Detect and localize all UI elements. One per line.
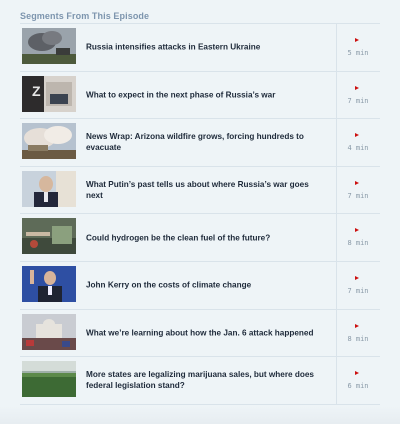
putin-portrait-image[interactable] — [22, 170, 76, 207]
segment-duration: 7 min — [347, 96, 369, 105]
segment-title[interactable]: What to expect in the next phase of Russ… — [86, 89, 326, 100]
z-symbol-image[interactable]: Z — [22, 75, 76, 112]
play-icon[interactable] — [355, 85, 359, 90]
segment-duration: 7 min — [347, 191, 369, 200]
kerry-portrait-image[interactable] — [22, 265, 76, 302]
segment-item[interactable]: John Kerry on the costs of climate chang… — [20, 261, 380, 310]
segment-list: Russia intensifies attacks in Eastern Uk… — [20, 24, 380, 405]
play-icon[interactable] — [355, 275, 359, 280]
smoke-battlefield-image[interactable] — [22, 28, 76, 64]
segment-title[interactable]: What we’re learning about how the Jan. 6… — [86, 327, 326, 338]
section-heading: Segments From This Episode — [20, 11, 150, 21]
segment-duration: 8 min — [347, 239, 369, 248]
column-divider — [336, 309, 337, 357]
segment-title[interactable]: More states are legalizing marijuana sal… — [86, 369, 326, 391]
segment-item[interactable]: What Putin’s past tells us about where R… — [20, 166, 380, 215]
bottom-fade — [0, 406, 400, 424]
segment-item[interactable]: Could hydrogen be the clean fuel of the … — [20, 214, 380, 262]
svg-text:Z: Z — [32, 83, 41, 99]
play-icon[interactable] — [355, 133, 359, 138]
play-icon[interactable] — [355, 38, 359, 42]
segment-title[interactable]: John Kerry on the costs of climate chang… — [86, 280, 326, 291]
column-divider — [336, 214, 337, 261]
segment-duration: 8 min — [347, 334, 369, 343]
column-divider — [336, 119, 337, 166]
column-divider — [336, 357, 337, 404]
segment-duration: 4 min — [347, 144, 369, 153]
column-divider — [336, 166, 337, 214]
segment-duration: 7 min — [347, 286, 369, 295]
segment-title[interactable]: Russia intensifies attacks in Eastern Uk… — [86, 42, 326, 53]
hydrogen-equipment-image[interactable] — [22, 218, 76, 255]
segment-title[interactable]: What Putin’s past tells us about where R… — [86, 179, 326, 201]
greenhouse-plants-image[interactable] — [22, 361, 76, 398]
play-icon[interactable] — [355, 180, 359, 185]
play-icon[interactable] — [355, 371, 359, 376]
play-icon[interactable] — [355, 323, 359, 328]
segment-title[interactable]: Could hydrogen be the clean fuel of the … — [86, 232, 326, 243]
segment-duration: 6 min — [347, 382, 369, 391]
segment-duration: 5 min — [347, 49, 369, 57]
segment-item[interactable]: Z What to expect in the next phase of Ru… — [20, 71, 380, 120]
segment-item[interactable]: More states are legalizing marijuana sal… — [20, 357, 380, 405]
column-divider — [336, 71, 337, 119]
segment-item[interactable]: News Wrap: Arizona wildfire grows, forci… — [20, 119, 380, 167]
wildfire-smoke-image[interactable] — [22, 123, 76, 160]
capitol-crowd-image[interactable] — [22, 313, 76, 350]
segment-item[interactable]: Russia intensifies attacks in Eastern Uk… — [20, 24, 380, 72]
segment-item[interactable]: What we’re learning about how the Jan. 6… — [20, 309, 380, 358]
column-divider — [336, 261, 337, 309]
column-divider — [336, 24, 337, 71]
play-icon[interactable] — [355, 228, 359, 233]
segment-title[interactable]: News Wrap: Arizona wildfire grows, forci… — [86, 131, 326, 153]
